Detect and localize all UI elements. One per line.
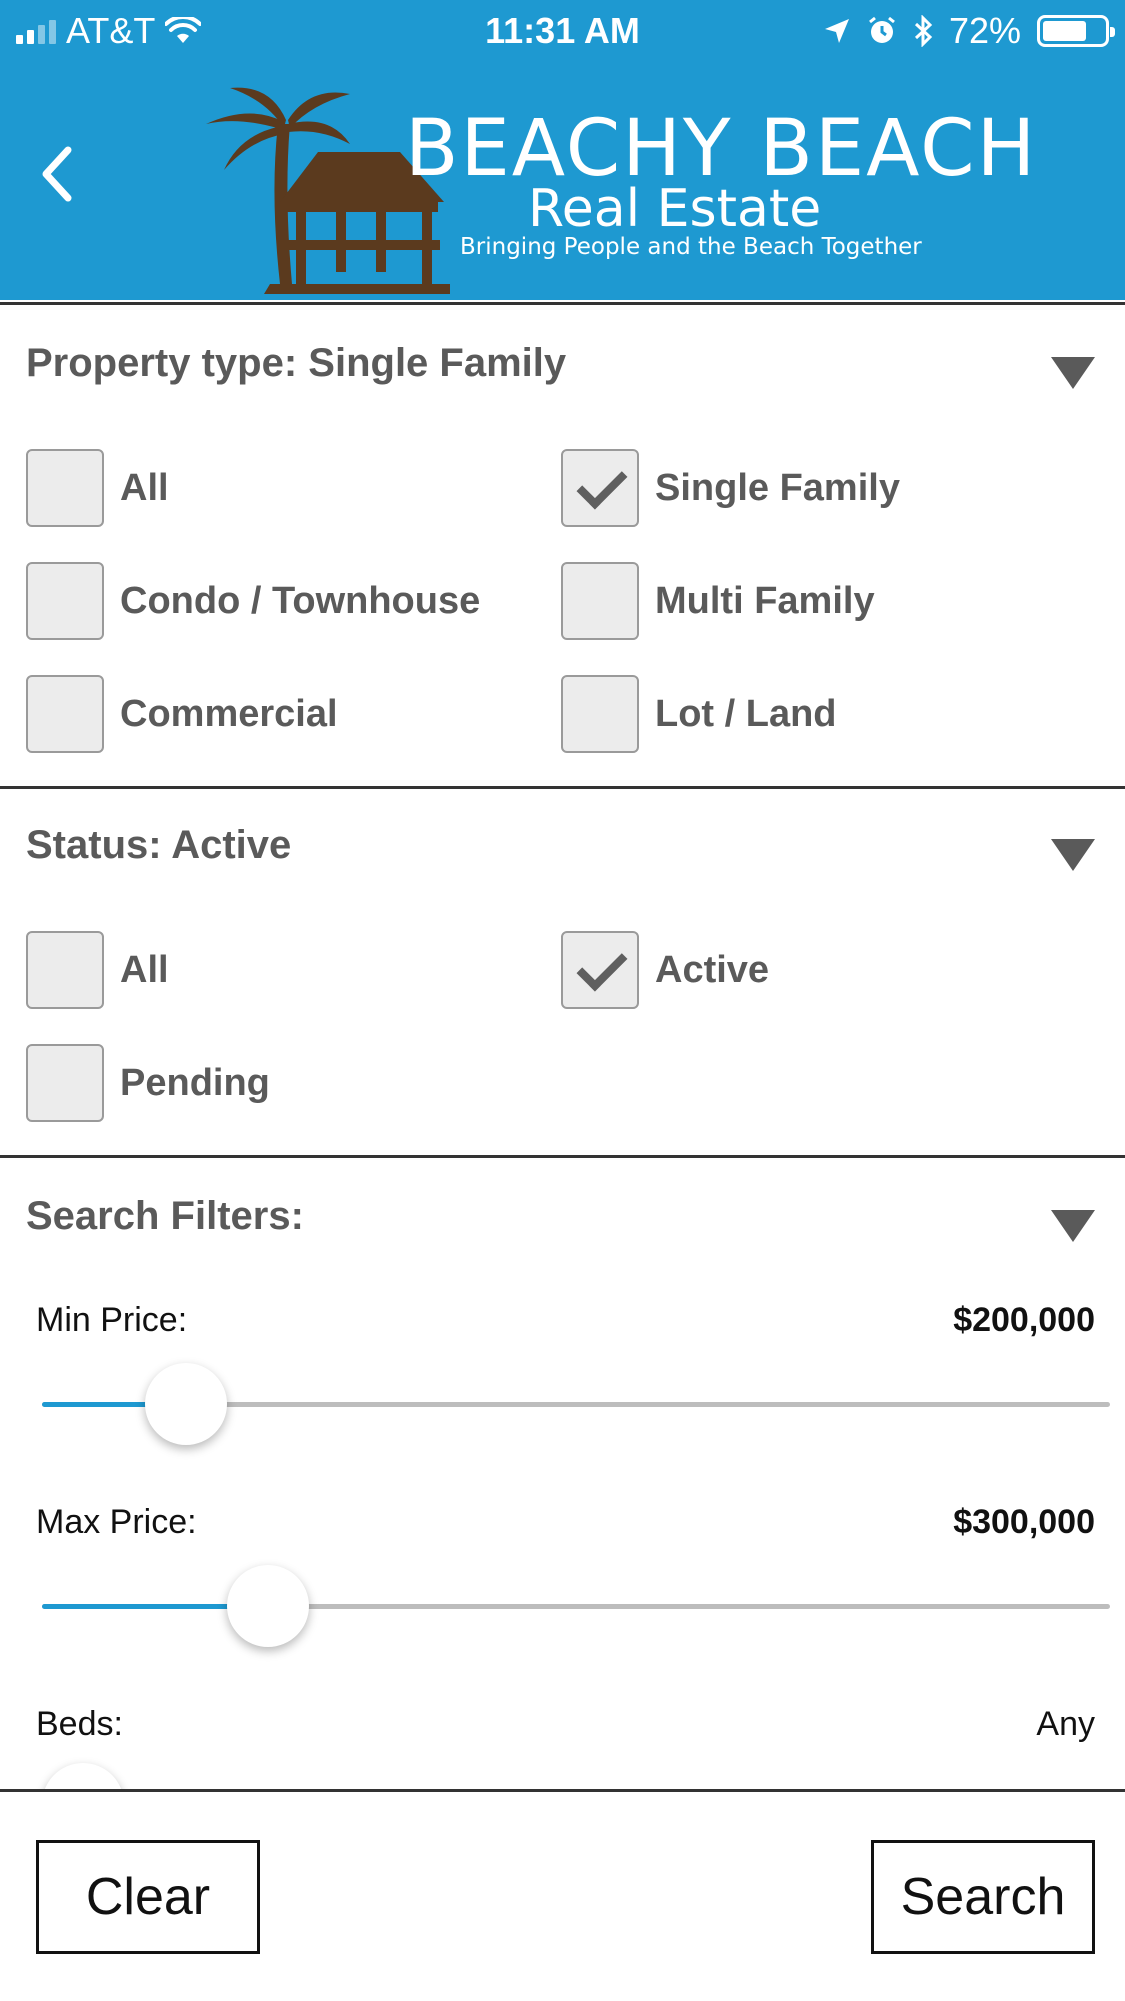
option-property-condo-townhouse[interactable]: Condo / Townhouse bbox=[26, 562, 480, 640]
checkbox[interactable] bbox=[26, 562, 104, 640]
checkbox[interactable] bbox=[561, 675, 639, 753]
alarm-icon bbox=[869, 16, 895, 43]
status-section: Status: Active All Active Pending bbox=[0, 786, 1125, 1158]
chevron-left-icon bbox=[42, 146, 72, 202]
caret-down-icon[interactable] bbox=[1051, 839, 1095, 871]
battery-icon bbox=[1037, 15, 1115, 47]
option-label: Active bbox=[655, 948, 770, 991]
slider-thumb[interactable] bbox=[227, 1565, 310, 1647]
option-property-commercial[interactable]: Commercial bbox=[26, 675, 338, 753]
search-button[interactable]: Search bbox=[871, 1840, 1095, 1954]
max-price-value: $300,000 bbox=[953, 1503, 1095, 1541]
beds-label: Beds: bbox=[36, 1705, 123, 1743]
option-label: Single Family bbox=[655, 466, 900, 509]
app-header: AT&T 11:31 AM 72% BEACHY BEACH Real Esta… bbox=[0, 0, 1125, 300]
checkbox[interactable] bbox=[561, 562, 639, 640]
min-price-slider[interactable] bbox=[42, 1363, 1110, 1445]
checkbox[interactable] bbox=[561, 449, 639, 527]
checkbox[interactable] bbox=[26, 1044, 104, 1122]
slider-thumb[interactable] bbox=[42, 1763, 124, 1791]
option-label: Multi Family bbox=[655, 579, 875, 622]
max-price-slider[interactable] bbox=[42, 1565, 1110, 1647]
checkbox[interactable] bbox=[26, 931, 104, 1009]
bluetooth-icon bbox=[914, 15, 933, 47]
caret-down-icon[interactable] bbox=[1051, 1210, 1095, 1242]
option-label: Lot / Land bbox=[655, 692, 837, 735]
status-title[interactable]: Status: Active bbox=[26, 823, 291, 868]
option-status-active[interactable]: Active bbox=[561, 931, 769, 1009]
property-type-section: Property type: Single Family All Single … bbox=[0, 302, 1125, 789]
option-property-single-family[interactable]: Single Family bbox=[561, 449, 900, 527]
battery-percent: 72% bbox=[948, 10, 1021, 51]
min-price-value: $200,000 bbox=[953, 1301, 1095, 1339]
min-price-label: Min Price: bbox=[36, 1301, 188, 1339]
search-filters-section: Search Filters: Min Price: $200,000 Max … bbox=[0, 1155, 1125, 1791]
option-property-multi-family[interactable]: Multi Family bbox=[561, 562, 875, 640]
clear-button[interactable]: Clear bbox=[36, 1840, 260, 1954]
option-label: All bbox=[120, 466, 169, 509]
checkbox[interactable] bbox=[561, 931, 639, 1009]
status-right: 72% bbox=[823, 10, 1115, 52]
max-price-label: Max Price: bbox=[36, 1503, 197, 1541]
logo-tagline: Bringing People and the Beach Together bbox=[460, 234, 922, 260]
checkbox[interactable] bbox=[26, 675, 104, 753]
checkbox[interactable] bbox=[26, 449, 104, 527]
beds-value: Any bbox=[1036, 1705, 1095, 1743]
location-arrow-icon bbox=[824, 19, 849, 43]
option-status-pending[interactable]: Pending bbox=[26, 1044, 270, 1122]
search-filters-title[interactable]: Search Filters: bbox=[26, 1194, 304, 1239]
option-status-all[interactable]: All bbox=[26, 931, 169, 1009]
action-bar: Clear Search bbox=[0, 1789, 1125, 2001]
option-label: Pending bbox=[120, 1061, 270, 1104]
caret-down-icon[interactable] bbox=[1051, 357, 1095, 389]
option-label: All bbox=[120, 948, 169, 991]
status-bar: AT&T 11:31 AM 72% bbox=[0, 0, 1125, 62]
property-type-title[interactable]: Property type: Single Family bbox=[26, 341, 566, 386]
brand-logo: BEACHY BEACH Real Estate Bringing People… bbox=[200, 84, 1035, 294]
back-button[interactable] bbox=[38, 140, 98, 220]
option-label: Condo / Townhouse bbox=[120, 579, 481, 622]
option-label: Commercial bbox=[120, 692, 338, 735]
logo-subtitle: Real Estate bbox=[528, 179, 822, 239]
slider-thumb[interactable] bbox=[145, 1363, 228, 1445]
option-property-lot-land[interactable]: Lot / Land bbox=[561, 675, 837, 753]
option-property-all[interactable]: All bbox=[26, 449, 169, 527]
battery-level bbox=[1043, 21, 1087, 41]
